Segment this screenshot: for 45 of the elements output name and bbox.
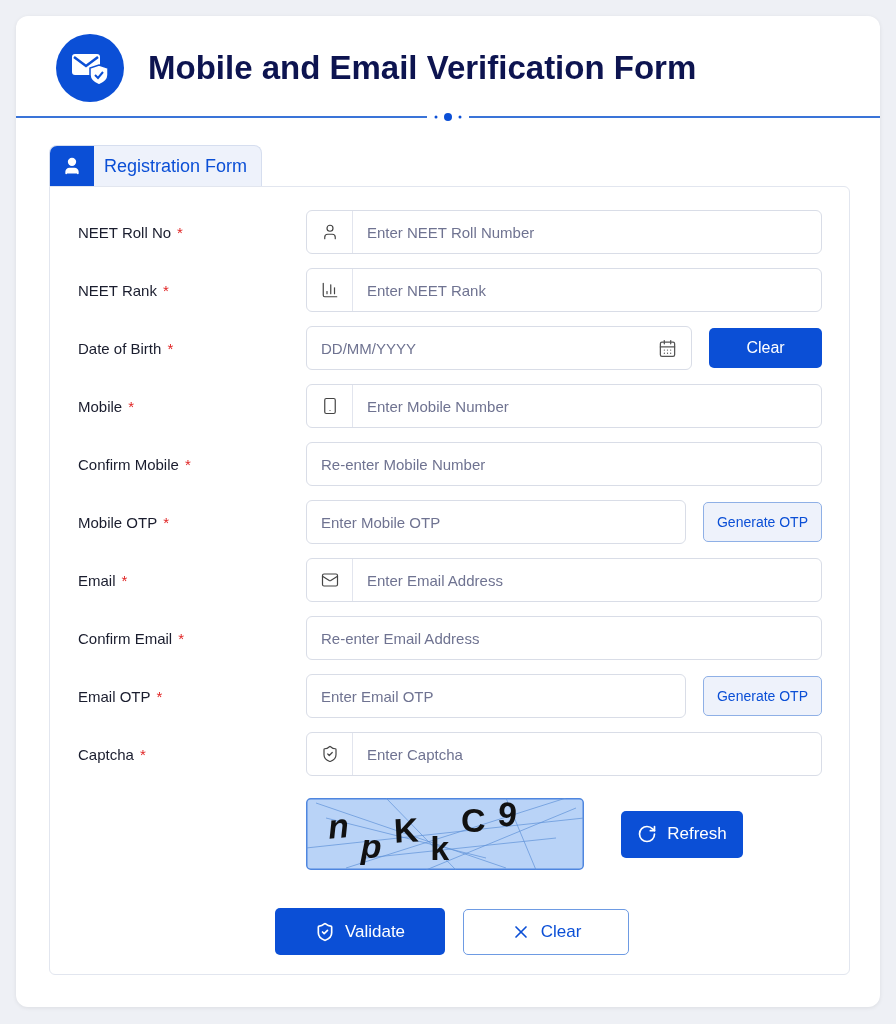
required-mark: * (184, 455, 191, 473)
page-title: Mobile and Email Verification Form (148, 49, 697, 87)
required-mark: * (128, 397, 135, 415)
captcha-character: K (392, 809, 420, 851)
text-input[interactable]: Enter Mobile OTP (307, 501, 685, 543)
required-mark: * (177, 223, 183, 241)
field-label: Confirm Mobile * (78, 455, 192, 473)
refresh-icon (637, 824, 658, 844)
shield-check-icon (320, 745, 339, 763)
field-label: NEET Roll No * (78, 223, 184, 241)
generate-otp-button[interactable]: Generate OTP (703, 676, 822, 716)
divider-dots (433, 112, 463, 122)
required-mark: * (178, 629, 185, 647)
field-label: NEET Rank * (78, 281, 170, 299)
calendar-icon (658, 338, 677, 358)
captcha-character: 9 (495, 798, 519, 835)
field-label: Email * (78, 571, 129, 589)
required-mark: * (167, 339, 174, 357)
text-input[interactable]: Re-enter Mobile Number (307, 443, 821, 485)
captcha-character: k (430, 828, 450, 868)
mail-icon (320, 571, 339, 589)
required-mark: * (121, 571, 128, 589)
refresh-button[interactable]: Refresh (621, 810, 743, 858)
field-label: Email OTP * (78, 687, 164, 705)
required-mark: * (163, 513, 170, 531)
field-label: Confirm Email * (78, 629, 186, 647)
clear-button[interactable]: Clear (709, 328, 822, 368)
field-label: Date of Birth * (78, 339, 175, 357)
generate-otp-button[interactable]: Generate OTP (703, 502, 822, 542)
required-mark: * (156, 687, 163, 705)
clear-button[interactable]: Clear (463, 908, 629, 955)
required-mark: * (139, 745, 146, 763)
user-icon (62, 156, 82, 176)
validate-button[interactable]: Validate (275, 908, 445, 955)
captcha-character: n (326, 805, 351, 847)
form-tab[interactable]: Registration Form (49, 145, 263, 186)
captcha-character: p (360, 826, 382, 866)
required-mark: * (162, 281, 169, 299)
captcha-character: C (461, 800, 486, 840)
text-input[interactable]: Enter Email OTP (307, 675, 685, 717)
field-label: Captcha * (78, 745, 147, 763)
field-label: Mobile * (78, 397, 136, 415)
bar-chart-icon (320, 281, 339, 299)
text-input[interactable]: Re-enter Email Address (307, 617, 821, 659)
field-label: Mobile OTP * (78, 513, 171, 531)
